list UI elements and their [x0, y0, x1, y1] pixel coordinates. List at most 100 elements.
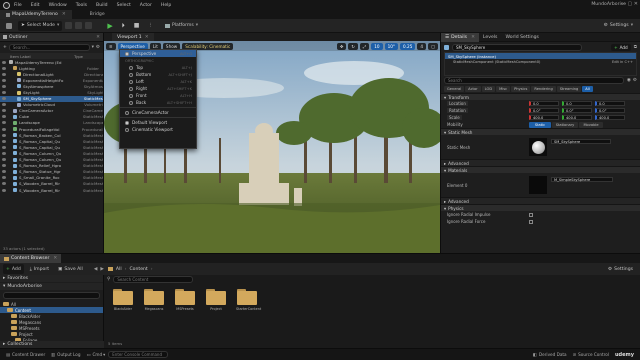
visibility-eye-icon[interactable]	[2, 127, 6, 131]
tab-content-browser[interactable]: Content Browser ✕	[0, 253, 62, 264]
menu-item-ortho[interactable]: Front ALT+H	[120, 92, 196, 99]
breadcrumb-all[interactable]: All	[116, 267, 122, 272]
section-physics[interactable]: ▾ Physics	[441, 204, 640, 211]
visibility-eye-icon[interactable]	[2, 66, 6, 70]
cb-save-all-button[interactable]: ▣ Save All	[55, 264, 86, 274]
visibility-eye-icon[interactable]	[2, 145, 6, 149]
visibility-eye-icon[interactable]	[2, 164, 6, 168]
favorites-header[interactable]: ▸ Favorites	[0, 275, 103, 282]
platforms-button[interactable]: Platforms ▾	[162, 21, 201, 31]
visibility-eye-icon[interactable]	[2, 72, 6, 76]
blueprint-icon[interactable]: ⧉	[634, 44, 637, 50]
window-controls[interactable]: — ▢ ✕	[621, 1, 638, 7]
menu-item-ortho[interactable]: Top ALT+J	[120, 64, 196, 71]
section-static-mesh[interactable]: ▾ Static Mesh	[441, 128, 640, 135]
camera-speed-button[interactable]: 4	[417, 42, 427, 50]
visibility-eye-icon[interactable]	[2, 103, 6, 107]
maximize-icon[interactable]: ▢	[428, 42, 438, 50]
edit-in-cpp-link[interactable]: Edit in C++	[612, 60, 633, 64]
back-icon[interactable]: ◀	[94, 267, 98, 272]
folder-tile[interactable]: Project	[205, 289, 227, 311]
visibility-eye-icon[interactable]	[2, 121, 6, 125]
translate-tool-icon[interactable]: ✥	[336, 42, 347, 50]
unreal-logo-icon[interactable]	[3, 1, 10, 9]
category-lod[interactable]: LOD	[481, 86, 496, 92]
scale-tool-icon[interactable]: ⤢	[359, 42, 370, 50]
cb-search-input[interactable]: Search Content	[113, 276, 194, 283]
details-search-input[interactable]: Search	[444, 77, 624, 84]
tab-world-settings[interactable]: World Settings	[501, 33, 542, 42]
mobility-movable[interactable]: Movable	[579, 121, 603, 128]
rotation-y-field[interactable]: 0.0°	[562, 108, 592, 113]
rotate-tool-icon[interactable]: ↻	[348, 42, 358, 50]
section-advanced[interactable]: ▸ Advanced	[441, 197, 640, 204]
menu-item-cinematic-viewport[interactable]: Cinematic Viewport	[120, 126, 196, 133]
close-icon[interactable]: ✕	[53, 256, 57, 261]
folder-tile[interactable]: StarterContent	[236, 289, 261, 311]
visibility-eye-icon[interactable]	[2, 139, 6, 143]
scale-y-field[interactable]: 400.0	[562, 115, 592, 120]
category-physics[interactable]: Physics	[511, 86, 531, 92]
project-header[interactable]: ▾ MundoArborise	[0, 283, 103, 290]
menu-item-ortho[interactable]: Bottom ALT+SHIFT+J	[120, 71, 196, 78]
material-dropdown[interactable]: M_SimpleSkySphere	[551, 177, 613, 182]
play-icon[interactable]: ▶	[104, 21, 115, 31]
visibility-eye-icon[interactable]	[2, 78, 6, 82]
actor-name-field[interactable]: SM_SkySphere	[452, 43, 582, 51]
tab-level[interactable]: MapaUdemyTerreno ✕	[0, 10, 72, 19]
menu-item-ortho[interactable]: Right ALT+SHIFT+K	[120, 85, 196, 92]
visibility-eye-icon[interactable]	[2, 84, 6, 88]
cb-import-button[interactable]: ⤓ Import	[27, 264, 52, 274]
category-misc[interactable]: Misc	[496, 86, 511, 92]
add-component-button[interactable]: + Add	[611, 43, 631, 51]
menu-actor[interactable]: Actor	[140, 3, 152, 8]
section-materials[interactable]: ▾ Materials	[441, 166, 640, 173]
visibility-eye-icon[interactable]	[2, 97, 6, 101]
select-mode-button[interactable]: ➤ Select Mode ▾	[18, 20, 63, 31]
more-options-icon[interactable]: ⋮	[145, 21, 156, 31]
save-icon[interactable]	[3, 21, 15, 31]
settings-button[interactable]: ⚙ Settings ▾	[601, 21, 636, 31]
visibility-eye-icon[interactable]	[2, 151, 6, 155]
tab-viewport[interactable]: Viewport 1 ✕	[112, 33, 154, 41]
ignore-radial-force-checkbox[interactable]	[529, 219, 533, 224]
scale-snap-button[interactable]: 0.25	[400, 42, 416, 50]
category-streaming[interactable]: Streaming	[556, 86, 582, 92]
rotation-label[interactable]: Rotation	[447, 108, 468, 113]
level-viewport[interactable]: Viewport 1 ✕ ≡ Perspective Lit Show Scal…	[104, 33, 440, 253]
visibility-eye-icon[interactable]	[2, 170, 6, 174]
tab-details[interactable]: ☰ Details ✕	[441, 32, 479, 42]
rotation-z-field[interactable]: 0.0°	[595, 108, 625, 113]
scale-label[interactable]: Scale	[447, 115, 462, 120]
cmd-dropdown[interactable]: ▭ Cmd ▾	[87, 352, 106, 357]
section-advanced[interactable]: ▸ Advanced	[441, 159, 640, 166]
folder-tile[interactable]: MSPresets	[174, 289, 196, 311]
grid-snap-button[interactable]: 10	[371, 42, 383, 50]
cb-add-button[interactable]: + Add	[3, 264, 24, 274]
menu-file[interactable]: File	[14, 3, 22, 8]
close-icon[interactable]: ✕	[145, 35, 149, 40]
location-z-field[interactable]: 0.0	[595, 101, 625, 106]
visibility-eye-icon[interactable]	[2, 115, 6, 119]
eye-icon[interactable]: ◉	[627, 78, 631, 83]
cinematics-icon[interactable]	[85, 22, 93, 29]
breadcrumb-content[interactable]: Content	[129, 267, 147, 272]
menu-select[interactable]: Select	[117, 3, 131, 8]
category-general[interactable]: General	[444, 86, 465, 92]
location-x-field[interactable]: 0.0	[529, 101, 559, 106]
menu-item-ortho[interactable]: Left ALT+K	[120, 78, 196, 85]
close-icon[interactable]: ✕	[62, 12, 66, 17]
visibility-eye-icon[interactable]	[2, 133, 6, 137]
menu-edit[interactable]: Edit	[31, 3, 40, 8]
menu-window[interactable]: Window	[49, 3, 67, 8]
rotation-x-field[interactable]: 0.0°	[529, 108, 559, 113]
viewport-options-button[interactable]: ≡	[106, 42, 116, 50]
cb-settings-button[interactable]: ⚙ Settings	[605, 264, 636, 274]
visibility-eye-icon[interactable]	[2, 176, 6, 180]
close-icon[interactable]: ✕	[471, 35, 475, 40]
quick-add-icon[interactable]	[65, 22, 73, 29]
mobility-static[interactable]: Static	[529, 121, 551, 128]
folder-tile[interactable]: BlackAlder	[112, 289, 134, 311]
category-all[interactable]: All	[582, 86, 593, 92]
tab-levels[interactable]: Levels	[479, 33, 502, 42]
